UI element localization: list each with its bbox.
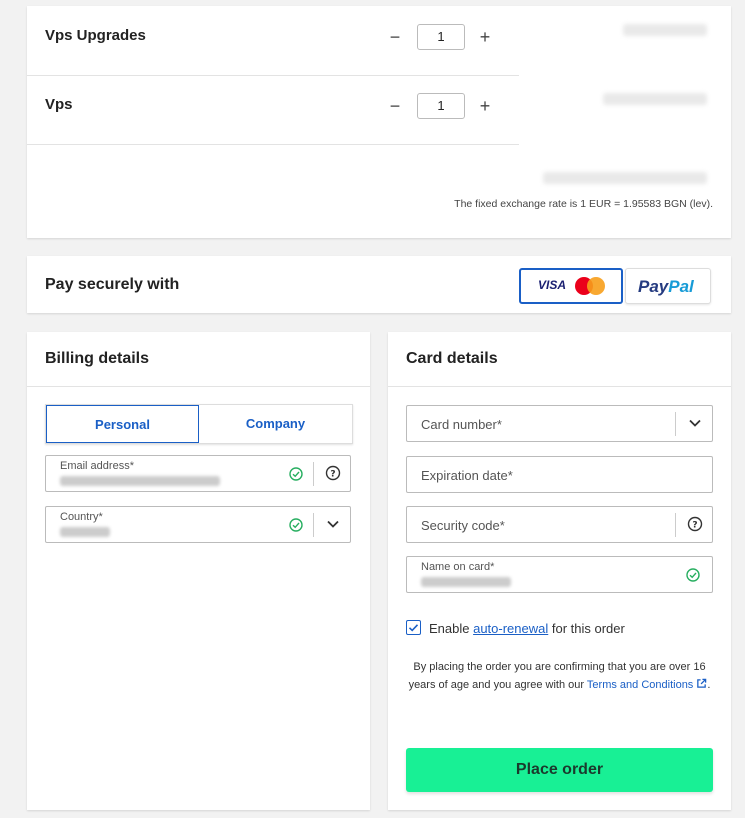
decrease-quantity-button[interactable]: − (386, 28, 404, 46)
country-field[interactable]: Country* (45, 506, 351, 543)
personal-tab[interactable]: Personal (46, 405, 199, 443)
company-tab[interactable]: Company (199, 405, 352, 443)
name-on-card-label: Name on card* (421, 561, 495, 573)
products-panel: Vps Upgrades − 1 + Vps − 1 + The fixed e… (27, 6, 731, 238)
valid-check-icon (289, 518, 303, 532)
price-redacted (603, 93, 707, 105)
quantity-input[interactable]: 1 (417, 24, 465, 50)
field-divider (313, 513, 314, 537)
price-column (519, 6, 715, 194)
account-type-toggle: Personal Company (45, 404, 353, 444)
field-divider (675, 513, 676, 537)
visa-logo: VISA (538, 278, 567, 292)
price-redacted (623, 24, 707, 36)
exchange-rate-note: The fixed exchange rate is 1 EUR = 1.955… (454, 198, 713, 210)
decrease-quantity-button[interactable]: − (386, 97, 404, 115)
field-divider (675, 412, 676, 436)
terms-link-label: Terms and Conditions (586, 679, 694, 691)
card-number-placeholder: Card number* (421, 417, 502, 432)
email-field[interactable]: Email address* ? (45, 455, 351, 492)
product-row: Vps − 1 + (27, 75, 519, 145)
email-value-redacted (60, 476, 220, 486)
expiration-date-placeholder: Expiration date* (421, 468, 513, 483)
product-name: Vps (45, 96, 73, 113)
chevron-down-icon[interactable] (325, 516, 341, 532)
product-name: Vps Upgrades (45, 27, 146, 44)
place-order-button[interactable]: Place order (406, 748, 713, 792)
name-on-card-field[interactable]: Name on card* (406, 556, 713, 593)
auto-renewal-checkbox[interactable] (406, 620, 421, 635)
svg-text:?: ? (330, 470, 335, 480)
payment-method-title: Pay securely with (45, 276, 180, 293)
country-value-redacted (60, 527, 110, 537)
help-icon[interactable]: ? (687, 516, 703, 532)
paypal-payment-option[interactable]: PayPal (625, 268, 711, 304)
paypal-logo-pay: Pay (638, 277, 669, 296)
auto-renewal-prefix: Enable (429, 621, 474, 636)
valid-check-icon (289, 467, 303, 481)
card-header: Card details (388, 332, 731, 387)
chevron-down-icon[interactable] (687, 415, 703, 431)
checkmark-icon (408, 624, 419, 632)
field-divider (313, 462, 314, 486)
legal-end: . (707, 679, 711, 691)
external-link-icon (697, 678, 707, 688)
auto-renewal-suffix: for this order (548, 621, 625, 636)
security-code-field[interactable]: Security code* ? (406, 506, 713, 543)
increase-quantity-button[interactable]: + (476, 28, 494, 46)
quantity-input[interactable]: 1 (417, 93, 465, 119)
billing-title: Billing details (45, 350, 150, 367)
auto-renewal-text: Enable auto-renewal for this order (429, 621, 625, 636)
increase-quantity-button[interactable]: + (476, 97, 494, 115)
billing-details-panel: Billing details Personal Company Email a… (27, 332, 370, 810)
billing-header: Billing details (27, 332, 370, 387)
card-title: Card details (406, 350, 498, 367)
paypal-logo: PayPal (638, 277, 694, 297)
valid-check-icon (686, 568, 700, 582)
card-details-panel: Card details Card number* Expiration dat… (388, 332, 731, 810)
help-icon[interactable]: ? (325, 465, 341, 481)
total-redacted (543, 172, 707, 184)
paypal-logo-pal: Pal (668, 277, 694, 296)
payment-method-panel: Pay securely with VISA PayPal (27, 256, 731, 313)
email-label: Email address* (60, 460, 134, 472)
name-on-card-value-redacted (421, 577, 511, 587)
country-label: Country* (60, 511, 103, 523)
product-row: Vps Upgrades − 1 + (27, 6, 519, 76)
mastercard-icon (587, 277, 605, 295)
security-code-placeholder: Security code* (421, 518, 505, 533)
auto-renewal-link[interactable]: auto-renewal (473, 621, 548, 636)
terms-link[interactable]: Terms and Conditions (586, 678, 707, 691)
card-number-field[interactable]: Card number* (406, 405, 713, 442)
svg-text:?: ? (692, 521, 697, 531)
card-payment-option[interactable]: VISA (519, 268, 623, 304)
legal-notice: By placing the order you are confirming … (406, 658, 713, 694)
expiration-date-field[interactable]: Expiration date* (406, 456, 713, 493)
